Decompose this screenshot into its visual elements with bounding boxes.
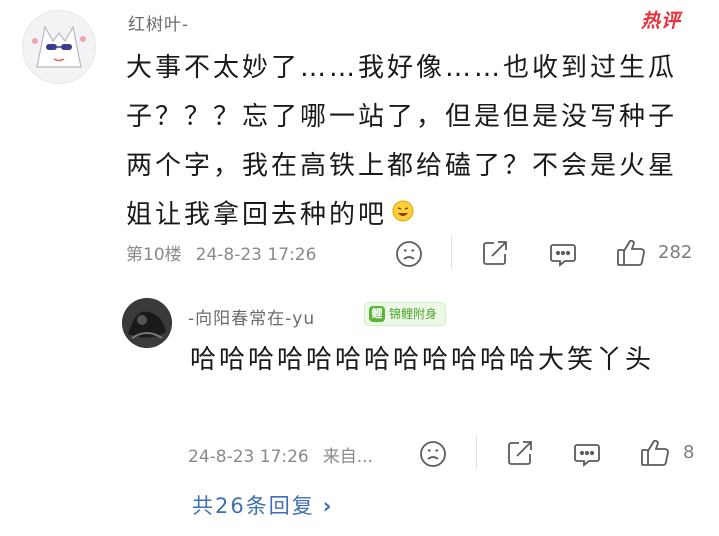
action-divider [451,236,452,270]
dislike-face-icon[interactable] [394,239,424,269]
reply-user-avatar[interactable] [122,298,172,348]
reply-source: 来自... [322,447,373,467]
reply-like-count: 8 [683,442,695,463]
badge-label: 锦鲤附身 [389,307,438,321]
dislike-face-icon[interactable] [418,439,448,469]
reply-text: 哈哈哈哈哈哈哈哈哈哈哈哈大笑丫头 [190,345,655,375]
comment-text: 大事不太妙了……我好像……也收到过生瓜子？？？忘了哪一站了，但是但是没写种子两个… [126,44,696,240]
comment-icon[interactable] [572,439,602,469]
koi-icon: 鲤 [369,306,385,322]
thumbs-up-icon[interactable] [639,437,669,467]
laughing-emoji-icon [391,191,415,240]
share-icon[interactable] [480,238,510,268]
view-replies-label: 共26条回复 [192,494,315,518]
reply-meta: 24-8-23 17:26 来自... [188,442,373,467]
comment-time: 24-8-23 17:26 [195,245,317,265]
view-replies-link[interactable]: 共26条回复 › [192,490,333,520]
share-icon[interactable] [505,438,535,468]
comment-username[interactable]: 红树叶- [128,10,189,35]
user-title-badge: 鲤 锦鲤附身 [364,302,447,326]
comment-icon[interactable] [548,239,578,269]
hot-comment-badge: 热评 [641,10,682,32]
user-avatar[interactable] [22,10,96,84]
floor-number: 第10楼 [126,245,182,265]
reply-username[interactable]: -向阳春常在-yu [188,304,315,329]
thumbs-up-icon[interactable] [615,237,645,267]
action-divider [476,436,477,470]
comment-meta: 第10楼 24-8-23 17:26 [126,240,316,265]
chevron-right-icon: › [322,494,334,518]
like-count: 282 [658,242,693,263]
reply-time: 24-8-23 17:26 [188,447,309,467]
